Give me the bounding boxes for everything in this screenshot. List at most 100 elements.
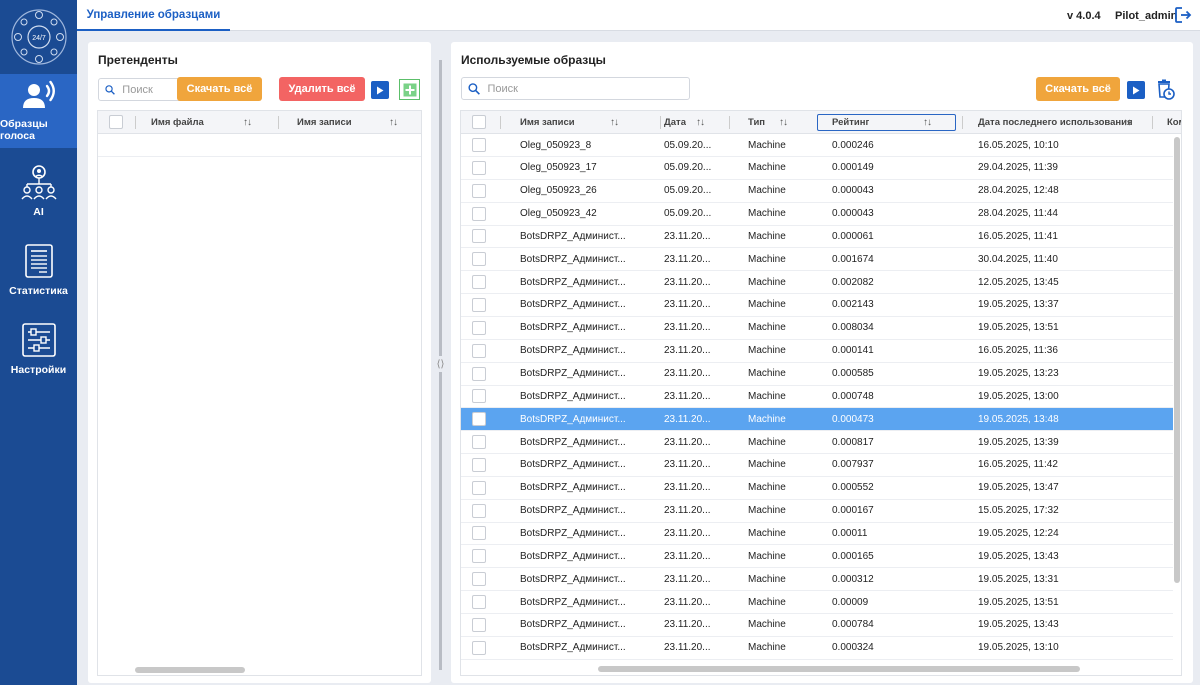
table-row[interactable]: BotsDRPZ_Админист... 23.11.20... Machine 0.… <box>461 454 1173 477</box>
row-checkbox[interactable] <box>472 252 486 267</box>
row-checkbox[interactable] <box>472 160 486 175</box>
table-row[interactable]: BotsDRPZ_Админист... 23.11.20... Machine 0.… <box>461 500 1173 523</box>
column-header-type[interactable]: Тип <box>748 111 765 134</box>
nav-settings-label: Настройки <box>10 364 67 376</box>
row-checkbox[interactable] <box>472 526 486 541</box>
voice-icon <box>22 80 55 108</box>
candidates-play-button[interactable] <box>371 81 389 99</box>
candidates-hscrollbar[interactable] <box>135 667 245 673</box>
column-header-date[interactable]: Дата <box>664 111 686 134</box>
cell-type: Machine <box>748 459 786 471</box>
candidates-select-all-checkbox[interactable] <box>109 115 123 129</box>
column-header-record-name[interactable]: Имя записи <box>520 111 575 134</box>
table-row[interactable]: BotsDRPZ_Админист... 23.11.20... Machine 0.… <box>461 477 1173 500</box>
logout-button[interactable] <box>1174 6 1192 27</box>
cell-record-name: BotsDRPZ_Админист... <box>520 253 626 265</box>
row-checkbox[interactable] <box>472 617 486 632</box>
cell-record-name: BotsDRPZ_Админист... <box>520 322 626 334</box>
sort-rating-icon[interactable]: ↑↓ <box>923 111 932 134</box>
row-checkbox[interactable] <box>472 183 486 198</box>
table-row[interactable]: Oleg_050923_42 05.09.20... Machine 0.000043… <box>461 203 1173 226</box>
column-header-comment[interactable]: Ком <box>1167 111 1181 134</box>
table-row[interactable]: BotsDRPZ_Админист... 23.11.20... Machine 0.… <box>461 614 1173 637</box>
table-row[interactable]: BotsDRPZ_Админист... 23.11.20... Machine 0.… <box>461 591 1173 614</box>
table-row[interactable]: BotsDRPZ_Админист... 23.11.20... Machine 0.… <box>461 522 1173 546</box>
used-samples-hscrollbar[interactable] <box>598 666 1080 672</box>
row-checkbox[interactable] <box>472 275 486 290</box>
cell-rating: 0.000748 <box>832 390 874 402</box>
search-icon <box>105 84 115 95</box>
used-samples-play-button[interactable] <box>1127 81 1145 99</box>
nav-statistics-label: Статистика <box>9 285 68 297</box>
cell-rating: 0.007937 <box>832 459 874 471</box>
used-samples-download-all-button[interactable]: Скачать всё <box>1036 77 1120 101</box>
row-checkbox[interactable] <box>472 366 486 381</box>
column-header-record-name[interactable]: Имя записи <box>297 111 352 134</box>
cell-date: 23.11.20... <box>664 573 711 585</box>
column-header-last-used[interactable]: Дата последнего использования <box>978 111 1133 134</box>
table-row[interactable]: BotsDRPZ_Админист... 23.11.20... Machine 0.… <box>461 317 1173 340</box>
row-checkbox[interactable] <box>472 457 486 472</box>
table-row[interactable]: BotsDRPZ_Админист... 23.11.20... Machine 0.… <box>461 385 1173 409</box>
column-header-rating[interactable]: Рейтинг <box>832 111 869 134</box>
tab-sample-management[interactable]: Управление образцами <box>77 0 230 31</box>
candidates-add-button[interactable] <box>399 79 420 100</box>
table-row[interactable]: BotsDRPZ_Админист... 23.11.20... Machine 0.… <box>461 363 1173 386</box>
row-checkbox[interactable] <box>472 229 486 244</box>
nav-settings[interactable]: Настройки <box>0 312 77 386</box>
sort-record-name-icon[interactable]: ↑↓ <box>610 111 619 134</box>
table-row[interactable]: Oleg_050923_17 05.09.20... Machine 0.000149… <box>461 157 1173 180</box>
table-row[interactable]: BotsDRPZ_Админист... 23.11.20... Machine 0.… <box>461 294 1173 317</box>
row-checkbox[interactable] <box>472 320 486 335</box>
sort-last-used-icon[interactable]: ↑↓ <box>1123 111 1132 134</box>
column-header-file-name[interactable]: Имя файла <box>151 111 204 134</box>
row-checkbox[interactable] <box>472 138 486 152</box>
row-checkbox[interactable] <box>472 572 486 587</box>
row-checkbox[interactable] <box>472 206 486 221</box>
candidates-search[interactable] <box>98 78 188 101</box>
table-row[interactable]: BotsDRPZ_Админист... 23.11.20... Machine 0.… <box>461 225 1173 249</box>
table-row[interactable]: Oleg_050923_8 05.09.20... Machine 0.000246 1… <box>461 134 1173 157</box>
table-row[interactable]: BotsDRPZ_Админист... 23.11.20... Machine 0.… <box>461 568 1173 592</box>
table-row[interactable]: BotsDRPZ_Админист... 23.11.20... Machine 0.… <box>461 340 1173 363</box>
table-row[interactable]: BotsDRPZ_Админист... 23.11.20... Machine 0.… <box>461 637 1173 660</box>
used-samples-select-all-checkbox[interactable] <box>472 115 486 129</box>
sort-file-name-icon[interactable]: ↑↓ <box>243 111 252 134</box>
candidates-delete-all-button[interactable]: Удалить всё <box>279 77 365 101</box>
row-checkbox[interactable] <box>472 595 486 609</box>
cell-date: 23.11.20... <box>664 345 711 357</box>
table-row[interactable]: Oleg_050923_26 05.09.20... Machine 0.000043… <box>461 180 1173 203</box>
sort-type-icon[interactable]: ↑↓ <box>779 111 788 134</box>
nav-ai[interactable]: AI <box>0 154 77 228</box>
sort-record-name-icon[interactable]: ↑↓ <box>389 111 398 134</box>
cell-date: 23.11.20... <box>664 230 711 242</box>
used-samples-vscrollbar[interactable] <box>1174 137 1180 583</box>
nav-voice-samples[interactable]: Образцы голоса <box>0 74 77 148</box>
splitter-handle-icon[interactable]: ⟨⟩ <box>434 356 447 372</box>
sort-date-icon[interactable]: ↑↓ <box>696 111 705 134</box>
nav-statistics[interactable]: Статистика <box>0 233 77 307</box>
used-samples-search[interactable] <box>461 77 690 100</box>
logo-text: 24/7 <box>32 35 46 42</box>
row-checkbox[interactable] <box>472 435 486 450</box>
table-row[interactable]: BotsDRPZ_Админист... 23.11.20... Machine 0.… <box>461 248 1173 272</box>
cell-last-used: 16.05.2025, 11:36 <box>978 345 1058 357</box>
row-checkbox[interactable] <box>472 640 486 655</box>
table-row[interactable]: BotsDRPZ_Админист... 23.11.20... Machine 0.… <box>461 408 1173 432</box>
row-checkbox[interactable] <box>472 389 486 404</box>
row-checkbox[interactable] <box>472 297 486 312</box>
row-checkbox[interactable] <box>472 549 486 564</box>
row-checkbox[interactable] <box>472 412 486 427</box>
table-row[interactable]: BotsDRPZ_Админист... 23.11.20... Machine 0.… <box>461 545 1173 569</box>
used-samples-search-input[interactable] <box>487 82 689 95</box>
candidates-download-all-button[interactable]: Скачать всё <box>177 77 262 101</box>
row-checkbox[interactable] <box>472 343 486 358</box>
cell-date: 23.11.20... <box>664 550 711 562</box>
table-row[interactable]: BotsDRPZ_Админист... 23.11.20... Machine 0.… <box>461 431 1173 455</box>
table-row[interactable]: BotsDRPZ_Админист... 23.11.20... Machine 0.… <box>461 271 1173 295</box>
cell-rating: 0.00011 <box>832 527 868 539</box>
delete-history-button[interactable] <box>1155 79 1175 104</box>
row-checkbox[interactable] <box>472 480 486 495</box>
app-logo[interactable]: 24/7 <box>0 0 77 74</box>
row-checkbox[interactable] <box>472 503 486 518</box>
